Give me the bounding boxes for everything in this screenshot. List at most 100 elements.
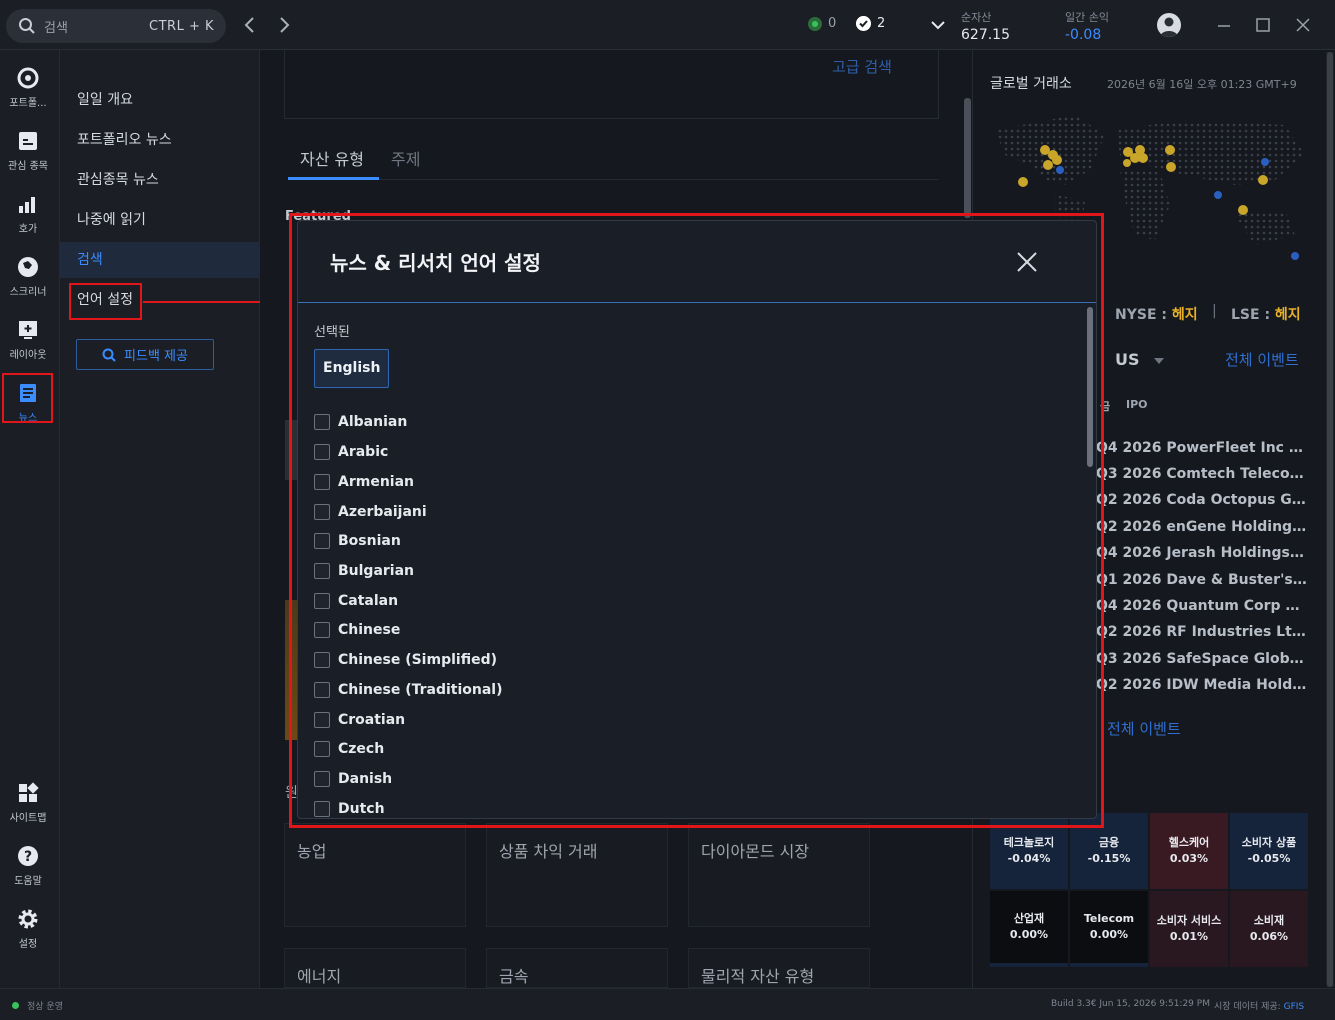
language-option[interactable]: Danish [314,768,392,790]
rail-item-watchlist[interactable]: 관심 종목 [0,125,56,181]
language-checkbox[interactable] [314,414,330,430]
all-events-link[interactable]: 전체 이벤트 [1225,349,1299,370]
forward-arrow-icon[interactable] [274,14,294,36]
language-checkbox[interactable] [314,593,330,609]
language-checkbox[interactable] [314,504,330,520]
subnav-item-search[interactable]: 검색 [60,242,260,278]
subnav-item-daily-overview[interactable]: 일일 개요 [60,82,260,118]
language-checkbox[interactable] [314,801,330,817]
region-dropdown[interactable]: US [1115,350,1165,369]
language-option[interactable]: Azerbaijani [314,501,427,523]
event-item[interactable]: Q1 2026 Dave & Buster's Entertainment In… [1096,572,1308,588]
data-source-link[interactable]: GFIS [1284,1002,1305,1012]
sector-tile[interactable]: 헬스케어 0.03% [1150,813,1228,889]
language-settings-modal: 뉴스 & 리서치 언어 설정 선택된 English Albanian Arab… [297,220,1097,819]
language-option[interactable]: Chinese (Traditional) [314,679,503,701]
category-card[interactable]: 에너지 [284,948,466,988]
event-item[interactable]: Q2 2026 enGene Holdings Inc Earnings Cal… [1096,519,1308,535]
page-scrollbar-thumb[interactable] [1327,52,1333,987]
rail-label: 도움말 [14,876,42,887]
category-card[interactable]: 농업 [284,823,466,927]
category-card[interactable]: 금속 [486,948,668,988]
subnav-item-watchlist-news[interactable]: 관심종목 뉴스 [60,162,260,198]
rail-item-help[interactable]: ? 도움말 [0,840,56,896]
event-item[interactable]: Q4 2026 PowerFleet Inc Earnings Call [1096,440,1308,456]
rail-item-sitemap[interactable]: 사이트맵 [0,777,56,833]
event-item[interactable]: Q4 2026 Quantum Corp Earnings Call [1096,598,1308,614]
modal-scrollbar[interactable] [1087,307,1093,467]
all-events-link-bottom[interactable]: 전체 이벤트 [1107,718,1181,739]
search-shortcut: CTRL + K [149,18,214,34]
language-checkbox[interactable] [314,652,330,668]
language-checkbox[interactable] [314,474,330,490]
language-checkbox[interactable] [314,741,330,757]
language-option[interactable]: Czech [314,738,384,760]
event-item[interactable]: Q3 2026 Comtech Telecommunications Corp … [1096,466,1308,482]
rail-item-quote[interactable]: 호가 [0,188,56,244]
language-checkbox[interactable] [314,533,330,549]
language-checkbox[interactable] [314,563,330,579]
language-option[interactable]: Arabic [314,441,388,463]
filter-ipo[interactable]: IPO [1126,398,1148,411]
subnav-item-read-later[interactable]: 나중에 읽기 [60,202,260,238]
category-card-label: 에너지 [297,967,342,986]
layout-icon [19,321,37,339]
language-option[interactable]: Dutch [314,798,385,818]
event-item[interactable]: Q4 2026 Jerash Holdings (US) Inc Earning… [1096,545,1308,561]
tab-asset-type[interactable]: 자산 유형 [300,146,364,170]
language-option[interactable]: Bosnian [314,530,401,552]
feedback-button[interactable]: 피드백 제공 [76,339,214,370]
language-checkbox[interactable] [314,712,330,728]
main-scrollbar[interactable] [964,98,971,218]
event-item[interactable]: Q2 2026 IDW Media Holdings Inc Earnings … [1096,677,1308,693]
settings-icon [18,909,38,929]
language-option[interactable]: Chinese [314,619,400,641]
global-exchange-title: 글로벌 거래소 [990,76,1072,92]
event-item[interactable]: Q2 2026 Coda Octopus Group Inc Earnings … [1096,492,1308,508]
confirmed-orders[interactable]: 2 [856,16,885,31]
sector-name: 소비자 상품 [1241,836,1297,849]
category-card[interactable]: 다이아몬드 시장 [688,823,870,927]
language-option[interactable]: Albanian [314,411,407,433]
daily-pnl-value: -0.08 [1065,27,1102,43]
rail-item-settings[interactable]: 설정 [0,903,56,959]
language-label: Chinese (Traditional) [338,682,503,698]
rail-item-screener[interactable]: 스크리너 [0,251,56,307]
advanced-search-link[interactable]: 고급 검색 [832,56,892,77]
connection-status[interactable]: 0 [808,16,836,31]
chevron-down-icon[interactable] [930,18,946,32]
rail-item-portfolio[interactable]: 포트폴... [0,62,56,118]
language-checkbox[interactable] [314,622,330,638]
language-option[interactable]: Bulgarian [314,560,414,582]
sector-tile[interactable]: 소비자 서비스 0.01% [1150,891,1228,967]
language-checkbox[interactable] [314,682,330,698]
avatar[interactable] [1157,13,1181,37]
event-item[interactable]: Q3 2026 SafeSpace Global Corp Earnings C… [1096,651,1308,667]
close-window-icon[interactable] [1294,16,1312,34]
language-checkbox[interactable] [314,444,330,460]
sector-tile[interactable]: Telecom 0.00% [1070,891,1148,967]
minimize-icon[interactable] [1215,16,1233,34]
category-card[interactable]: 물리적 자산 유형 [688,948,870,988]
language-option[interactable]: Chinese (Simplified) [314,649,497,671]
sector-tile[interactable]: 산업재 0.00% [990,891,1068,967]
language-option[interactable]: Catalan [314,590,398,612]
subnav-item-portfolio-news[interactable]: 포트폴리오 뉴스 [60,122,260,158]
check-circle-icon [856,16,871,31]
language-label: Albanian [338,414,408,430]
sector-tile[interactable]: 소비자 상품 -0.05% [1230,813,1308,889]
back-arrow-icon[interactable] [240,14,260,36]
maximize-icon[interactable] [1254,16,1272,34]
global-search[interactable]: 검색 CTRL + K [6,9,226,43]
tab-topic[interactable]: 주제 [391,146,420,170]
event-item[interactable]: Q2 2026 RF Industries Ltd Earnings Call [1096,624,1308,640]
language-option[interactable]: Armenian [314,471,414,493]
language-option[interactable]: Croatian [314,709,405,731]
sector-tile[interactable]: 소비재 0.06% [1230,891,1308,967]
rail-item-layout[interactable]: 레이아웃 [0,314,56,370]
page-scrollbar[interactable] [1326,52,1334,987]
selected-language-chip[interactable]: English [314,349,390,388]
category-card[interactable]: 상품 차익 거래 [486,823,668,927]
close-icon[interactable] [1016,251,1038,273]
language-checkbox[interactable] [314,771,330,787]
